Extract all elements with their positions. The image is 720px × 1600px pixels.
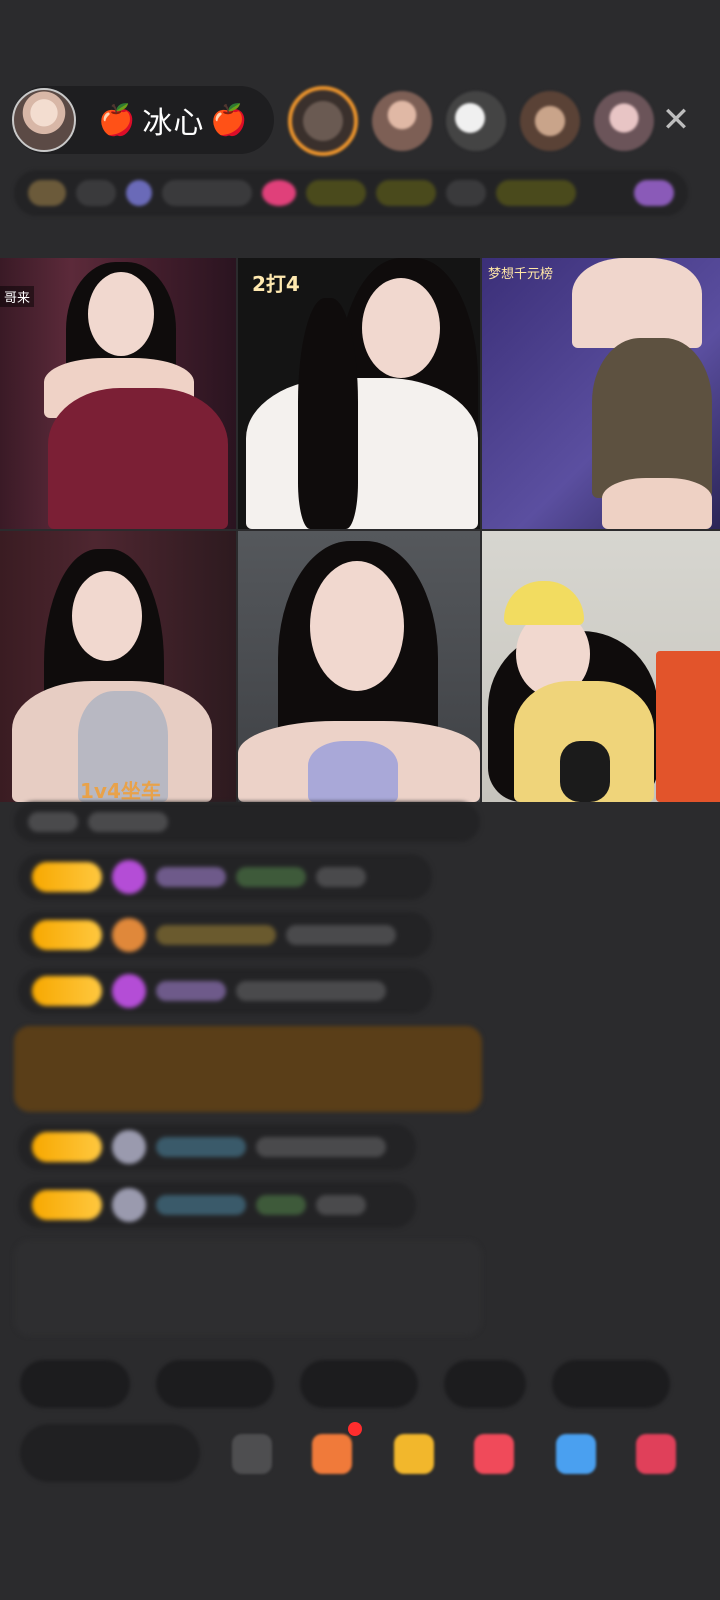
blurred-text [156,1195,246,1215]
multi-guest-video-grid: 哥来 2打4 梦想千元榜 1v4坐车 [0,258,720,802]
user-avatar [112,918,146,952]
apple-icon: 🍎 [98,102,137,138]
viewer-avatar[interactable] [288,86,358,156]
yellow-cap [504,581,584,625]
heart-icon[interactable] [262,180,296,206]
guest-figure [602,478,712,529]
host-name-text: 冰心 [142,106,205,141]
host-avatar[interactable] [12,88,76,152]
rank-icon [28,180,66,206]
apple-icon: 🍎 [210,102,249,138]
emoji-icon[interactable] [232,1434,272,1474]
chat-message [18,854,432,900]
quick-reply-chips [20,1360,670,1408]
gift-icon[interactable] [636,1434,676,1474]
chat-message [18,912,432,958]
blurred-text [286,925,396,945]
guest-figure [246,378,478,529]
guest-figure [72,571,142,661]
bottom-toolbar [0,1422,720,1484]
guest-video-6[interactable] [482,531,720,802]
viewer-avatar[interactable] [594,91,654,151]
viewer-avatar[interactable] [372,91,432,151]
quick-chip[interactable] [552,1360,670,1408]
quick-chip[interactable] [156,1360,274,1408]
notification-dot [348,1422,362,1436]
guest-figure [48,388,228,529]
guest-figure [572,258,702,348]
guest-figure [362,278,440,378]
blurred-text [156,1137,246,1157]
blurred-text [496,180,576,206]
chat-input[interactable] [20,1424,200,1482]
viewer-avatar[interactable] [520,91,580,151]
blurred-text [88,812,168,832]
gift-notification [14,1026,482,1112]
chat-message [18,968,432,1014]
guest-figure [592,338,712,498]
quick-chip[interactable] [20,1360,130,1408]
blurred-text [76,180,116,206]
blurred-text [156,981,226,1001]
blurred-text [162,180,252,206]
gem-icon [112,974,146,1008]
blurred-text [236,867,306,887]
guest-video-3[interactable]: 梦想千元榜 [482,258,720,529]
decoration-poster [656,651,720,802]
system-notice [14,1240,482,1336]
guest-tag: 哥来 [0,286,35,307]
blurred-text [256,1137,386,1157]
heart-icon[interactable] [474,1434,514,1474]
viewer-avatar[interactable] [446,91,506,151]
quick-chip[interactable] [444,1360,526,1408]
guest-label: 1v4坐车 [80,779,161,802]
blurred-text [28,812,78,832]
gift-box-icon[interactable] [312,1434,352,1474]
blurred-text [306,180,366,206]
level-badge [32,1190,102,1220]
level-badge [32,920,102,950]
blurred-text [156,867,226,887]
share-icon[interactable] [556,1434,596,1474]
guest-tag: 梦想千元榜 [488,267,554,282]
microphone-icon [560,741,610,802]
chat-message [18,1124,416,1170]
quick-chip[interactable] [300,1360,418,1408]
guest-label: 2打4 [252,272,300,296]
gem-icon [112,860,146,894]
level-badge [32,976,102,1006]
level-badge [32,1132,102,1162]
chat-message [14,802,480,842]
room-info-bar[interactable] [14,170,688,216]
host-profile-pill[interactable]: 🍎 冰心 🍎 [12,86,274,154]
guest-figure [88,272,154,356]
blurred-text [316,867,366,887]
blurred-text [236,981,386,1001]
blurred-text [156,925,276,945]
top-viewers-list [288,86,654,156]
user-avatar [112,1188,146,1222]
host-name: 🍎 冰心 🍎 [98,98,249,142]
blurred-text [446,180,486,206]
guest-video-2[interactable]: 2打4 [238,258,480,529]
guest-video-4[interactable]: 1v4坐车 [0,531,236,802]
blurred-text [376,180,436,206]
close-icon[interactable]: ✕ [656,100,696,140]
user-avatar [112,1130,146,1164]
badge-icon [126,180,152,206]
guest-video-1[interactable]: 哥来 [0,258,236,529]
guest-figure [308,741,398,802]
treasure-icon[interactable] [394,1434,434,1474]
guest-figure [298,298,358,529]
level-badge [32,862,102,892]
chat-message [18,1182,416,1228]
blurred-text [256,1195,306,1215]
badge-icon[interactable] [634,180,674,206]
guest-video-5[interactable] [238,531,480,802]
guest-figure [310,561,404,691]
blurred-text [316,1195,366,1215]
